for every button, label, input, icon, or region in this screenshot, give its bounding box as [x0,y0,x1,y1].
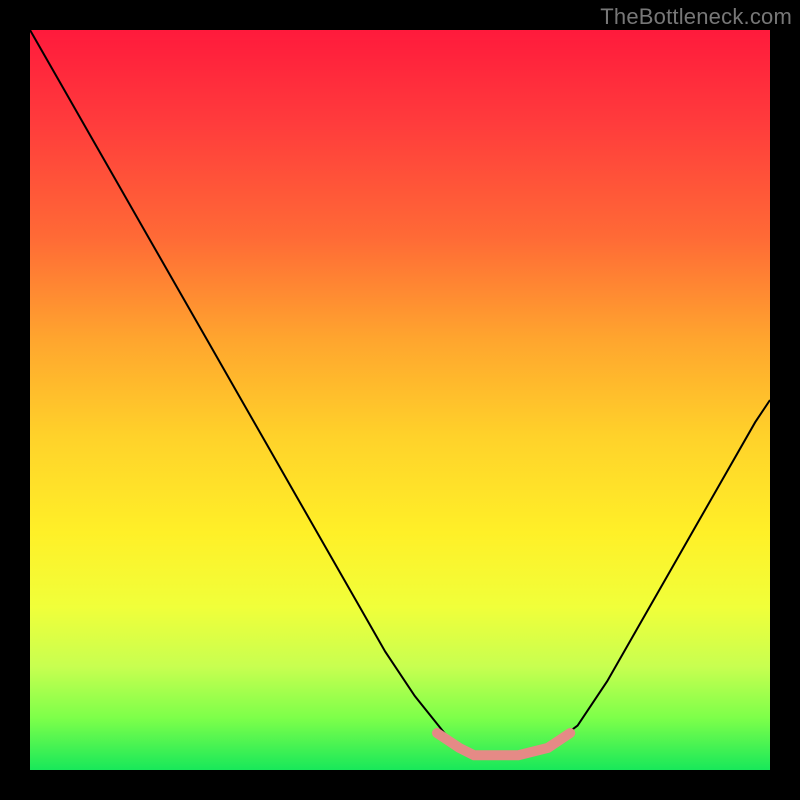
flat-region-highlight [437,733,570,755]
curve-layer [30,30,770,770]
chart-frame: TheBottleneck.com [0,0,800,800]
bottleneck-curve [30,30,770,755]
plot-area [30,30,770,770]
watermark-text: TheBottleneck.com [600,4,792,30]
